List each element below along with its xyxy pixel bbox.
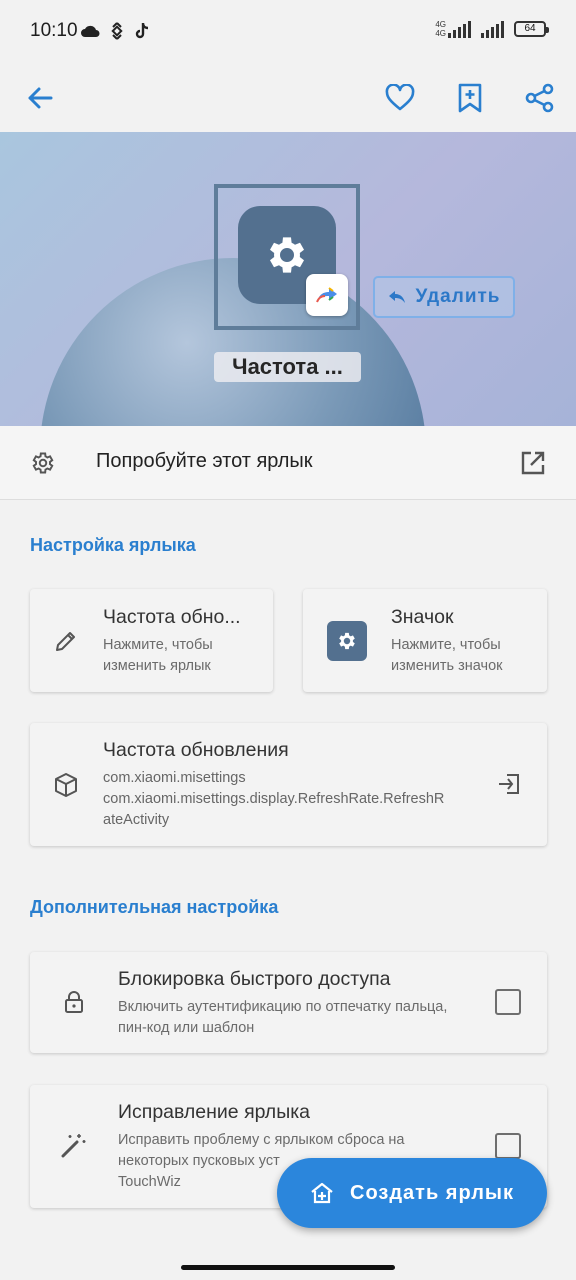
gear-icon [270, 237, 304, 273]
quick-access-lock-card[interactable]: Блокировка быстрого доступа Включить аут… [30, 952, 547, 1053]
cloud-icon [81, 25, 100, 37]
quick-access-lock-checkbox[interactable] [495, 989, 521, 1015]
delete-button[interactable]: Удалить [373, 276, 515, 318]
try-shortcut-row[interactable]: Попробуйте этот ярлык [0, 426, 576, 500]
activity-class-line1: com.xiaomi.misettings.display.RefreshRat… [103, 791, 445, 807]
status-time: 10:10 [30, 20, 78, 41]
bookmark-add-icon [458, 83, 482, 113]
fix-shortcut-subtitle-line1: Исправить проблему с ярлыком сброса на [118, 1132, 405, 1148]
status-notification-icons [80, 22, 150, 40]
app-bar [0, 64, 576, 132]
binance-icon [111, 22, 123, 40]
create-shortcut-label: Создать ярлык [350, 1181, 514, 1204]
battery-icon: 64 [514, 21, 549, 37]
create-shortcut-button[interactable]: Создать ярлык [277, 1158, 547, 1228]
edit-name-card[interactable]: Частота обно... Нажмите, чтобы изменить … [30, 589, 273, 692]
edit-icon-subtitle: Нажмите, чтобы изменить значок [391, 637, 503, 674]
delete-label: Удалить [415, 286, 501, 307]
reply-arrow-icon [388, 291, 405, 303]
cube-icon [55, 773, 77, 797]
edit-icon-card[interactable]: Значок Нажмите, чтобы изменить значок [303, 589, 547, 692]
section-title-shortcut-settings: Настройка ярлыка [30, 535, 196, 555]
forward-arrow-icon [316, 287, 337, 303]
edit-name-title: Частота обно... [103, 606, 241, 628]
network-type-2: 4G [435, 29, 446, 38]
activity-class-line2: ateActivity [103, 812, 170, 828]
arrow-left-icon [28, 87, 53, 109]
activity-card[interactable]: Частота обновления com.xiaomi.misettings… [30, 723, 547, 846]
network-type-1: 4G [435, 20, 446, 29]
login-icon [499, 774, 519, 794]
fix-shortcut-subtitle-line2: некоторых пусковых уст [118, 1153, 280, 1169]
signal-icon-2 [481, 20, 504, 38]
edit-icon-title: Значок [391, 606, 454, 628]
heart-icon [385, 84, 415, 111]
favorite-button[interactable] [376, 74, 424, 122]
add-to-home-icon [311, 1182, 333, 1204]
lock-icon [65, 991, 83, 1013]
section-title-advanced-settings: Дополнительная настройка [30, 897, 279, 917]
status-bar: 10:10 4G 4G 64 [0, 0, 576, 64]
home-indicator[interactable] [181, 1265, 395, 1270]
tiktok-icon [135, 22, 149, 39]
activity-package: com.xiaomi.misettings [103, 770, 246, 786]
quick-access-lock-subtitle: Включить аутентификацию по отпечатку пал… [118, 999, 448, 1036]
shortcut-name-label: Частота ... [214, 352, 361, 382]
fix-shortcut-title: Исправление ярлыка [118, 1101, 311, 1123]
open-external-icon [521, 451, 545, 475]
back-button[interactable] [16, 74, 64, 122]
try-shortcut-label: Попробуйте этот ярлык [96, 450, 313, 472]
status-right: 4G 4G 64 [435, 20, 549, 38]
fix-shortcut-checkbox[interactable] [495, 1133, 521, 1159]
share-button[interactable] [516, 74, 564, 122]
gear-icon [32, 452, 54, 474]
edit-name-subtitle: Нажмите, чтобы изменить ярлык [103, 637, 213, 674]
pencil-icon [56, 632, 75, 651]
gear-icon [339, 632, 355, 650]
magic-wand-icon [61, 1134, 86, 1158]
quick-access-lock-title: Блокировка быстрого доступа [118, 968, 391, 990]
shortcut-badge-icon [306, 274, 348, 316]
signal-icon-1 [448, 20, 471, 38]
shortcut-preview: Удалить Частота ... [0, 132, 576, 426]
activity-title: Частота обновления [103, 739, 289, 761]
icon-preview [327, 621, 367, 661]
share-icon [525, 83, 554, 113]
bookmark-button[interactable] [446, 74, 494, 122]
fix-shortcut-subtitle-line3: TouchWiz [118, 1174, 181, 1190]
